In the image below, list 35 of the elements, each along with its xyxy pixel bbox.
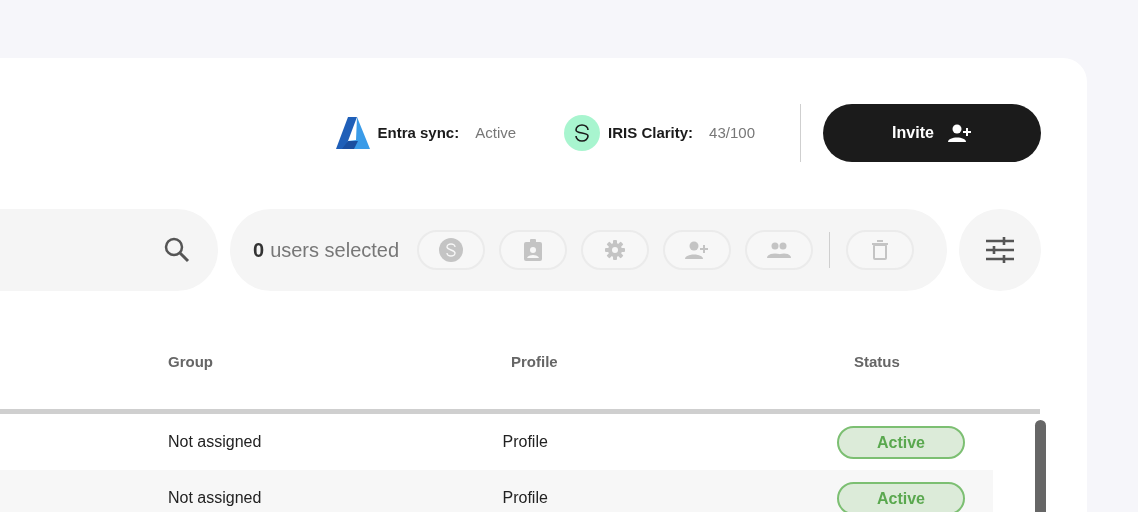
add-user-icon [685,241,710,259]
column-header[interactable]: Profile [511,350,854,374]
trash-icon [872,240,889,260]
status-badge: Active [836,425,965,459]
table-cell-text: Profile [502,488,549,508]
column-header[interactable]: Group [168,350,511,374]
column-header[interactable]: Status [854,350,1014,374]
add-user-icon [947,124,972,142]
clarity-score: 43/100 [709,122,755,143]
delete-button[interactable] [846,230,915,270]
table-cell-text: Profile [502,432,549,452]
table-cell-text: Not assigned [168,432,263,452]
scrollbar[interactable] [1035,420,1046,512]
settings-button[interactable] [581,230,650,270]
search-field[interactable] [0,209,218,291]
badge-icon [524,239,543,261]
table-cell-text: Not assigned [168,488,263,508]
selection-label: users selected [270,238,400,263]
group-button[interactable] [745,230,814,270]
add-user-button[interactable] [663,230,732,270]
circle-logo-icon [564,115,601,151]
clarity-icon [439,238,464,262]
triangle-logo-icon [335,117,370,149]
sliders-icon [986,237,1014,263]
clarity-label: IRIS Clarity: [608,122,694,143]
settings-icon [605,240,626,260]
selected-count: 0 [253,238,265,263]
clarity-button[interactable] [417,230,486,270]
group-icon [767,242,792,258]
invite-button[interactable]: Invite [823,104,1041,162]
entra-sync-label: Entra sync: [377,122,460,143]
search-icon [164,237,190,263]
profile-button[interactable] [499,230,568,270]
status-badge: Active [836,481,965,512]
entra-sync-status: Active [475,122,517,143]
